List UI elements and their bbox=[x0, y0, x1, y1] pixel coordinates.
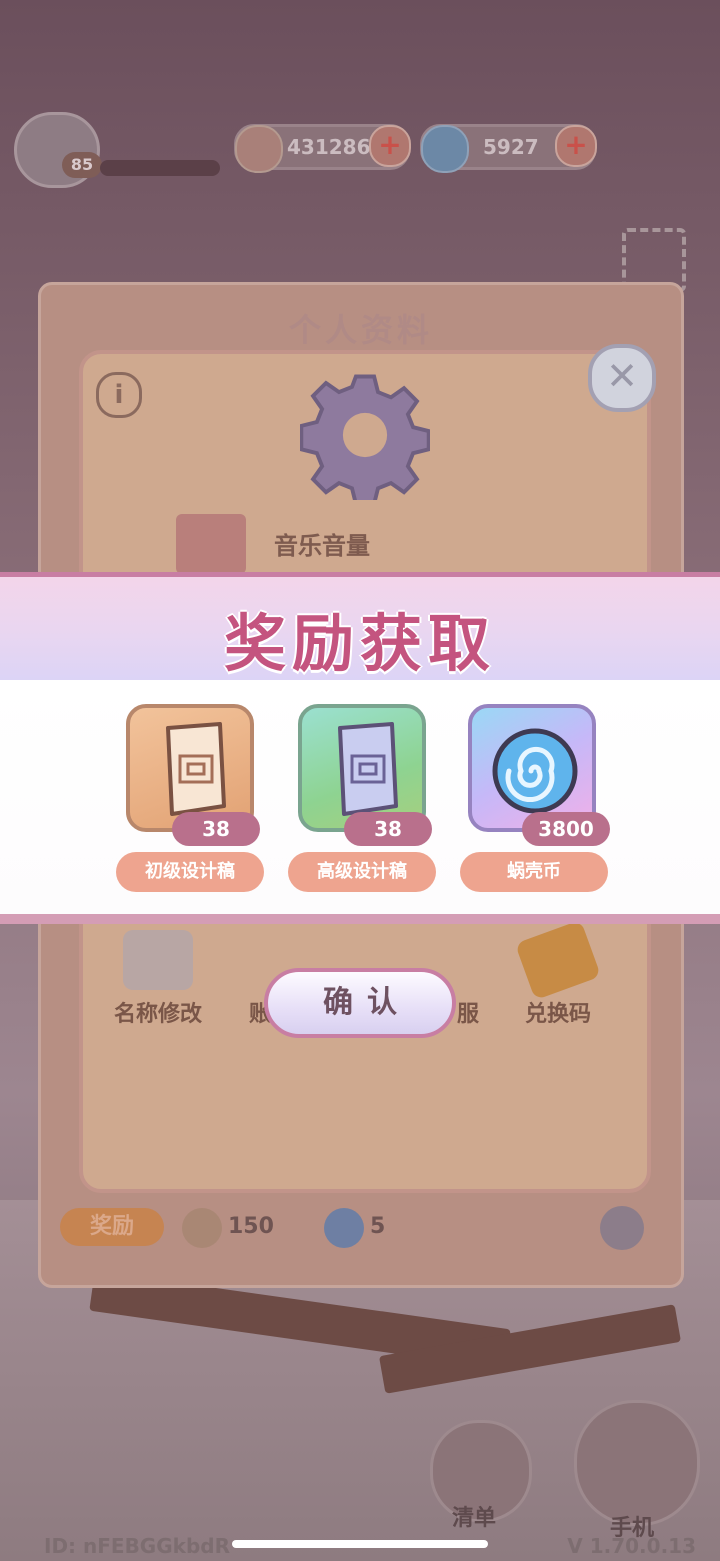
shell-parts-value: 431286 bbox=[287, 135, 371, 159]
confirm-label: 确认 bbox=[323, 985, 411, 1020]
ticket-icon bbox=[514, 919, 602, 1001]
reward-count: 38 bbox=[344, 812, 432, 846]
rename-option[interactable]: 名称修改 bbox=[106, 930, 210, 1028]
reward-value-parts: 150 bbox=[228, 1214, 274, 1239]
player-level-badge: 85 bbox=[62, 152, 102, 178]
reward-name: 蜗壳币 bbox=[460, 852, 608, 892]
redeem-code-label: 兑换码 bbox=[524, 1002, 591, 1027]
phone-button[interactable] bbox=[574, 1400, 700, 1526]
snail-coin-icon bbox=[421, 125, 469, 173]
rename-label: 名称修改 bbox=[113, 1002, 202, 1027]
reward-name: 高级设计稿 bbox=[288, 852, 436, 892]
experience-bar bbox=[100, 160, 220, 176]
scroll-blueprint-basic-icon bbox=[166, 722, 226, 816]
snail-coin-counter: 5927 + bbox=[420, 124, 597, 173]
gear-icon[interactable] bbox=[600, 1206, 644, 1250]
reward-item-advanced-blueprint: 38 高级设计稿 bbox=[288, 704, 438, 894]
redeem-code-option[interactable]: 兑换码 bbox=[508, 919, 608, 1028]
reward-count: 38 bbox=[172, 812, 260, 846]
settings-gear-icon bbox=[300, 374, 430, 500]
music-volume-label: 音乐音量 bbox=[274, 532, 370, 560]
reward-item-basic-blueprint: 38 初级设计稿 bbox=[116, 704, 266, 894]
reward-items-row: 38 初级设计稿 38 高级设计稿 3800 蜗壳币 bbox=[0, 680, 720, 920]
reward-item-snail-coin: 3800 蜗壳币 bbox=[460, 704, 610, 894]
material-box-icon bbox=[182, 1208, 222, 1248]
snail-coin-icon bbox=[324, 1208, 364, 1248]
reward-popup-title: 奖励获取 bbox=[223, 607, 496, 680]
add-shell-parts-button[interactable]: + bbox=[369, 125, 411, 167]
snail-shell-coin-icon bbox=[492, 728, 578, 814]
reward-strip: 奖励 150 5 bbox=[60, 1204, 660, 1250]
reward-popup: 奖励获取 38 初级设计稿 38 高级设计稿 3800 蜗壳币 bbox=[0, 572, 720, 928]
reward-name: 初级设计稿 bbox=[116, 852, 264, 892]
version-label: V 1.70.0.13 bbox=[567, 1534, 696, 1558]
pencil-icon bbox=[123, 930, 193, 990]
snail-coin-value: 5927 bbox=[483, 135, 539, 159]
shell-parts-counter: 431286 + bbox=[234, 124, 411, 173]
home-indicator[interactable] bbox=[232, 1540, 488, 1548]
profile-panel-title: 个人资料 bbox=[288, 311, 433, 349]
popup-bottom-border bbox=[0, 914, 720, 924]
list-label: 清单 bbox=[452, 1506, 497, 1531]
reward-popup-header: 奖励获取 bbox=[0, 572, 720, 680]
reward-tag: 奖励 bbox=[60, 1208, 164, 1246]
material-box-icon bbox=[235, 125, 283, 173]
scroll-blueprint-advanced-icon bbox=[338, 722, 398, 816]
close-panel-button[interactable]: ✕ bbox=[588, 344, 656, 412]
add-snail-coins-button[interactable]: + bbox=[555, 125, 597, 167]
reward-count: 3800 bbox=[522, 812, 610, 846]
confirm-button[interactable]: 确认 bbox=[264, 968, 456, 1038]
player-id: ID: nFEBGGkbdR bbox=[44, 1534, 230, 1558]
service-label: 服 bbox=[456, 1002, 479, 1027]
reward-value-coins: 5 bbox=[370, 1214, 386, 1239]
music-note-icon bbox=[176, 514, 246, 574]
info-button[interactable]: i bbox=[96, 372, 142, 418]
